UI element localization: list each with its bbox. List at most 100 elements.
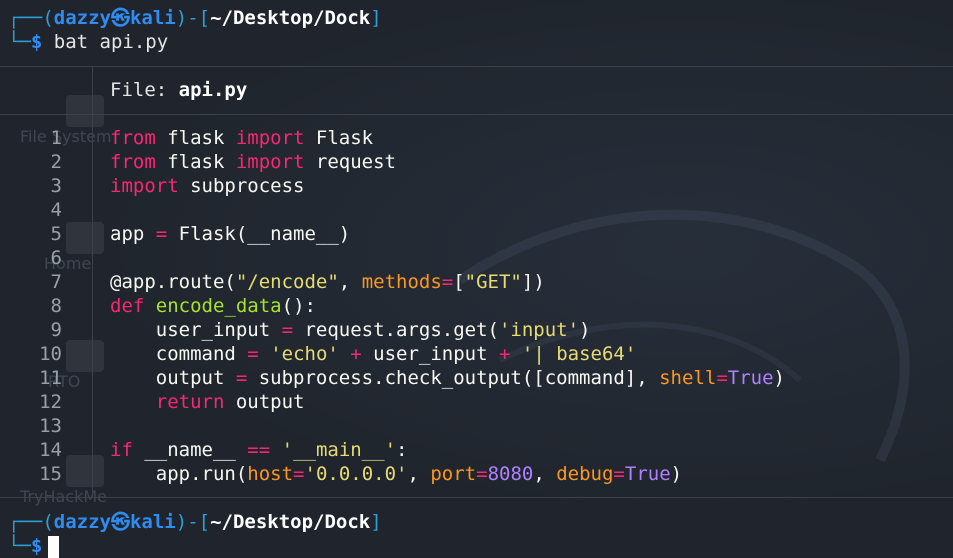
file-header-label: File: xyxy=(110,79,179,101)
code-token: app xyxy=(110,223,156,245)
code-token: = xyxy=(476,463,488,485)
code-line: command = 'echo' + user_input + '| base6… xyxy=(110,342,785,366)
line-number: 6 xyxy=(50,247,62,269)
line-number-gutter: 1 2 3 4 5 6 7 8 9 10 11 12 13 14 15 xyxy=(0,126,62,486)
code-token: = xyxy=(716,367,728,389)
bat-bottom-rule xyxy=(0,497,953,498)
home-folder-icon xyxy=(66,222,104,254)
code-token: port xyxy=(430,463,477,485)
line-number: 12 xyxy=(39,391,62,413)
code-token: import xyxy=(110,175,179,197)
code-token: debug xyxy=(556,463,614,485)
code-line: from flask import Flask xyxy=(110,126,785,150)
prompt-user: dazzy xyxy=(53,7,111,29)
code-line: def encode_data(): xyxy=(110,294,785,318)
line-number: 14 xyxy=(39,439,62,461)
bat-gutter-rule xyxy=(92,66,93,498)
code-token: : xyxy=(396,439,408,461)
code-token: = xyxy=(247,343,259,365)
command-text: bat api.py xyxy=(53,31,169,53)
code-line: user_input = request.args.get('input') xyxy=(110,318,785,342)
code-token: flask xyxy=(155,151,236,173)
code-token: True xyxy=(727,367,774,389)
code-token: , xyxy=(338,271,362,293)
drive-icon xyxy=(66,95,104,127)
code-token: , xyxy=(533,463,557,485)
code-token: = xyxy=(613,463,625,485)
code-token: True xyxy=(624,463,671,485)
code-token: = xyxy=(281,319,294,341)
code-token: '__main__' xyxy=(281,439,397,461)
code-line: output = subprocess.check_output([comman… xyxy=(110,366,785,390)
code-token: (): xyxy=(281,295,316,317)
code-token: if xyxy=(110,439,133,461)
code-token: def xyxy=(110,295,145,317)
prompt-separator: ㉿ xyxy=(110,7,130,29)
code-token: host xyxy=(247,463,294,485)
code-token: = xyxy=(235,367,248,389)
code-token: = xyxy=(441,271,454,293)
line-number: 13 xyxy=(39,415,62,437)
bat-header-rule xyxy=(0,114,953,115)
code-token: shell xyxy=(659,367,717,389)
line-number: 8 xyxy=(50,295,62,317)
folder-icon xyxy=(66,455,104,487)
code-token: encode_data xyxy=(155,295,282,317)
code-line: app = Flask(__name__) xyxy=(110,222,785,246)
code-line: app.run(host='0.0.0.0', port=8080, debug… xyxy=(110,462,785,486)
file-header: File: api.py xyxy=(110,78,247,102)
code-token: "GET" xyxy=(464,271,522,293)
text-cursor xyxy=(48,535,60,558)
code-token: Flask xyxy=(304,127,374,149)
code-line: import subprocess xyxy=(110,174,785,198)
code-token: user_input xyxy=(361,343,500,365)
folder-icon xyxy=(66,340,104,372)
code-token: , xyxy=(407,463,431,485)
code-token: subprocess.check_output([command], xyxy=(247,367,660,389)
code-token: user_input xyxy=(110,319,282,341)
code-token: flask xyxy=(155,127,236,149)
line-number: 1 xyxy=(50,127,62,149)
code-token: Flask(__name__) xyxy=(167,223,351,245)
line-number: 4 xyxy=(50,199,62,221)
code-line: @app.route("/encode", methods=["GET"]) xyxy=(110,270,785,294)
code-token: ]) xyxy=(521,271,545,293)
line-number: 7 xyxy=(50,271,62,293)
input-line[interactable]: └─$ xyxy=(8,534,60,558)
prompt-host: kali xyxy=(129,511,176,533)
line-number: 10 xyxy=(39,343,62,365)
code-token: __name__ xyxy=(132,439,248,461)
line-number: 11 xyxy=(39,367,62,389)
line-number: 3 xyxy=(50,175,62,197)
command-line: └─$ bat api.py xyxy=(8,31,169,53)
code-token: ) xyxy=(670,463,683,485)
code-token: = xyxy=(155,223,168,245)
code-token: "/encode" xyxy=(235,271,339,293)
code-token: command xyxy=(110,343,248,365)
code-token: return xyxy=(155,391,225,413)
prompt-path: ~/Desktop/Dock xyxy=(210,7,371,29)
code-token: request xyxy=(304,151,396,173)
prompt-path: ~/Desktop/Dock xyxy=(210,511,371,533)
code-token: output xyxy=(110,367,236,389)
code-token: import xyxy=(235,127,305,149)
code-token: from xyxy=(110,127,156,149)
code-token: subprocess xyxy=(178,175,305,197)
line-number: 2 xyxy=(50,151,62,173)
prompt-host: kali xyxy=(129,7,176,29)
bat-top-rule xyxy=(0,66,953,67)
code-token: '0.0.0.0' xyxy=(304,463,408,485)
code-view: from flask import Flask from flask import… xyxy=(110,126,785,486)
code-token: 'input' xyxy=(498,319,580,341)
code-token: '| base64' xyxy=(521,343,637,365)
code-token: [ xyxy=(453,271,465,293)
code-token: from xyxy=(110,151,156,173)
code-token: @app.route( xyxy=(110,271,236,293)
prompt-header-2: ┌──(dazzy㉿kali)-[~/Desktop/Dock] xyxy=(8,511,382,533)
code-token: ) xyxy=(773,367,785,389)
